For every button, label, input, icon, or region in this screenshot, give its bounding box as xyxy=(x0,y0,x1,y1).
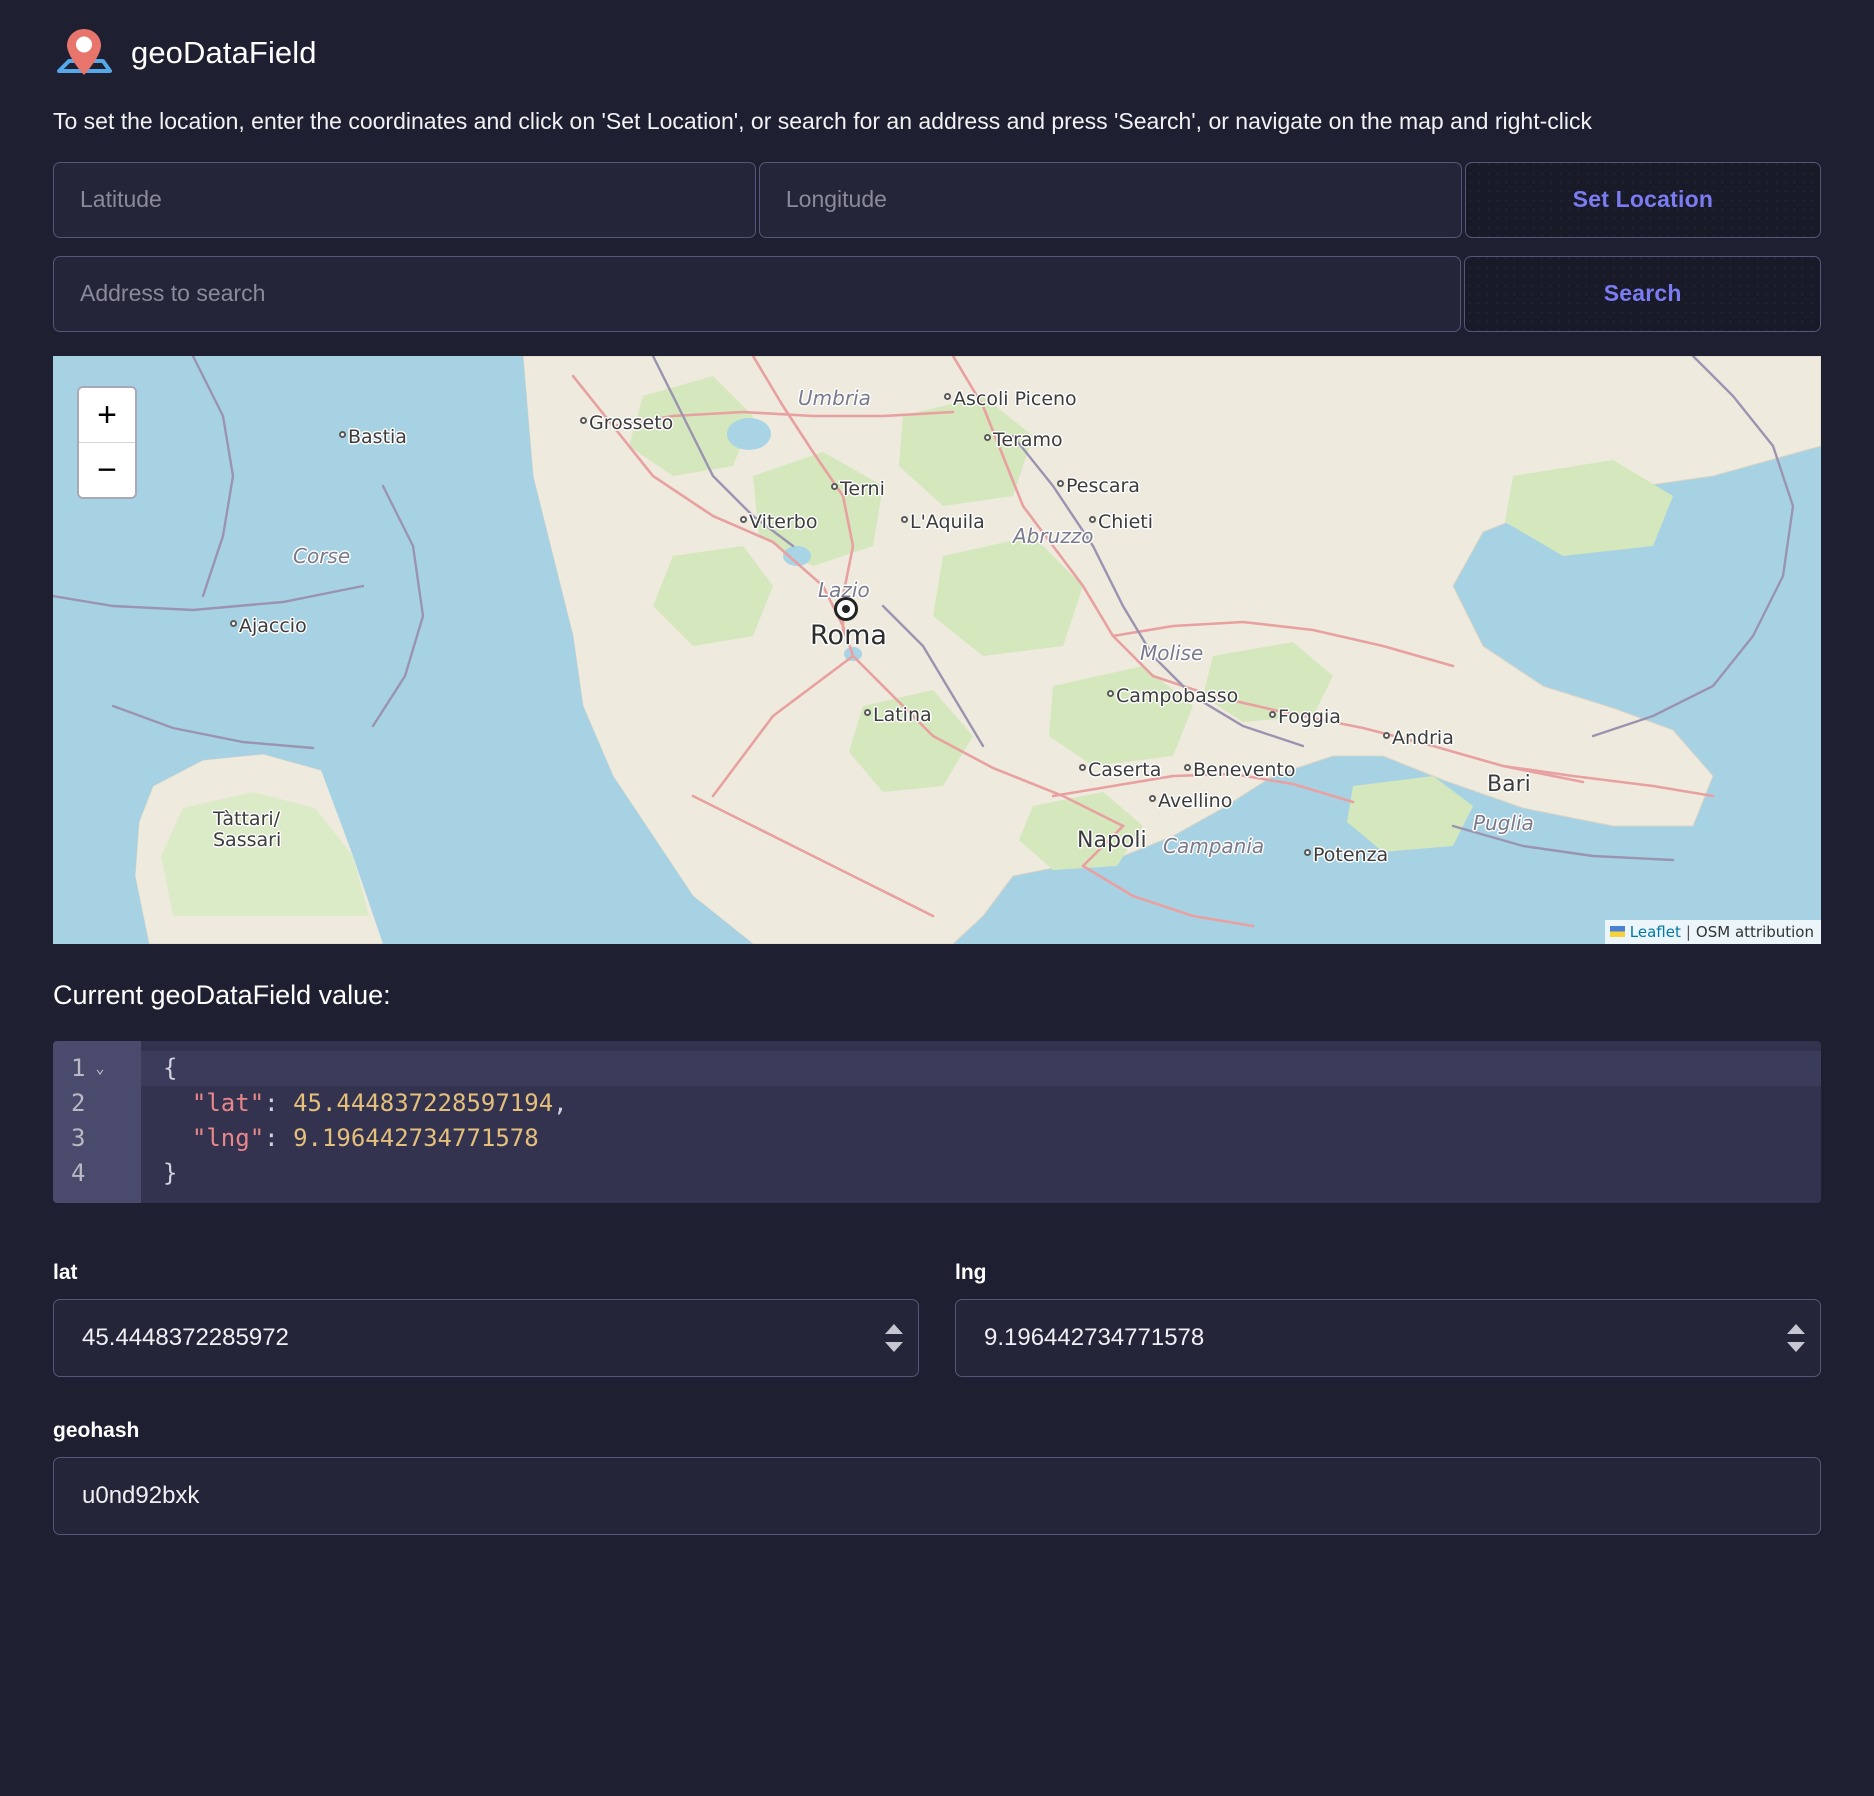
map-zoom-control[interactable]: + − xyxy=(77,385,137,499)
map-tile-layer xyxy=(53,355,1821,944)
current-value-heading: Current geoDataField value: xyxy=(53,979,391,1010)
map-city-dot xyxy=(901,515,908,523)
geohash-input[interactable] xyxy=(53,1456,1821,1535)
map-city-dot xyxy=(1304,848,1311,856)
code-line-number: 1 ⌄ xyxy=(71,1053,105,1082)
lat-stepper-up-icon[interactable] xyxy=(885,1323,903,1334)
json-value-viewer[interactable]: 1 ⌄ 2 3 4 { "lat": 45.444837228597194, "lng"… xyxy=(53,1040,1821,1203)
map-city-dot xyxy=(831,482,838,490)
attribution-text: OSM attribution xyxy=(1695,922,1814,941)
code-line: { xyxy=(141,1050,1821,1086)
lat-field-group: lat xyxy=(53,1261,919,1377)
coordinate-detail-fields: lat lng xyxy=(53,1261,1821,1377)
app-header: geoDataField xyxy=(53,0,1821,78)
leaflet-link[interactable]: Leaflet xyxy=(1630,923,1681,941)
attribution-separator: | xyxy=(1685,922,1691,941)
lng-label: lng xyxy=(955,1260,987,1284)
map-city-dot xyxy=(864,708,871,716)
map-city-dot xyxy=(580,416,587,424)
ukraine-flag-icon xyxy=(1609,926,1625,938)
lat-label: lat xyxy=(53,1260,78,1284)
map-city-dot xyxy=(1383,731,1390,739)
code-line: "lat": 45.444837228597194, xyxy=(141,1086,1821,1121)
zoom-in-button[interactable]: + xyxy=(79,387,135,442)
lng-stepper-up-icon[interactable] xyxy=(1787,1323,1805,1334)
zoom-out-button[interactable]: − xyxy=(79,441,135,497)
map-city-dot xyxy=(1149,794,1156,802)
code-token-punc: , xyxy=(553,1088,568,1117)
map-attribution: Leaflet | OSM attribution xyxy=(1604,919,1821,944)
chevron-down-icon[interactable]: ⌄ xyxy=(95,1060,104,1076)
lng-field-group: lng xyxy=(955,1261,1821,1377)
lat-input-wrap xyxy=(53,1298,919,1377)
code-token-punc: : xyxy=(264,1123,294,1152)
geodatafield-page: geoDataField To set the location, enter … xyxy=(0,0,1874,1796)
map-city-dot xyxy=(740,515,747,523)
code-token-num: 45.444837228597194 xyxy=(293,1088,554,1117)
geohash-field-group: geohash xyxy=(53,1419,1821,1535)
lng-stepper-down-icon[interactable] xyxy=(1787,1341,1805,1352)
map-geometry xyxy=(53,355,1821,944)
map-city-dot xyxy=(339,430,346,438)
code-token-punc: { xyxy=(163,1053,178,1082)
code-line: } xyxy=(141,1156,1821,1191)
address-form-row: Search xyxy=(53,255,1821,332)
code-line-number: 3 xyxy=(71,1123,86,1152)
page-title: geoDataField xyxy=(131,34,317,70)
lng-input-wrap xyxy=(955,1298,1821,1377)
lng-stepper[interactable] xyxy=(1787,1323,1805,1352)
code-token-key: "lng" xyxy=(163,1123,265,1152)
lat-stepper[interactable] xyxy=(885,1323,903,1352)
map-city-dot xyxy=(944,392,951,400)
code-token-punc: : xyxy=(264,1088,294,1117)
map-pin-icon xyxy=(53,21,115,83)
code-token-key: "lat" xyxy=(163,1088,265,1117)
map-city-dot xyxy=(1107,689,1114,697)
map-city-dot xyxy=(984,433,991,441)
instructions-text: To set the location, enter the coordinat… xyxy=(53,108,1592,134)
map-city-dot xyxy=(1089,515,1096,523)
code-token-punc: } xyxy=(163,1158,178,1187)
code-token-num: 9.196442734771578 xyxy=(293,1123,539,1152)
lat-number-input[interactable] xyxy=(53,1298,919,1377)
coordinate-form-row: Set Location xyxy=(53,161,1821,238)
code-line-number: 4 xyxy=(71,1158,86,1187)
search-button[interactable]: Search xyxy=(1464,255,1821,332)
selected-location-marker[interactable] xyxy=(834,596,858,621)
code-content: { "lat": 45.444837228597194, "lng": 9.19… xyxy=(141,1041,1821,1203)
geohash-label: geohash xyxy=(53,1418,140,1442)
code-line: "lng": 9.196442734771578 xyxy=(141,1121,1821,1156)
map-city-dot xyxy=(1269,710,1276,718)
map-city-dot xyxy=(230,619,237,627)
lat-stepper-down-icon[interactable] xyxy=(885,1341,903,1352)
map-city-dot xyxy=(1184,763,1191,771)
map-city-dot xyxy=(1057,479,1064,487)
address-search-input[interactable] xyxy=(53,255,1462,332)
longitude-input[interactable] xyxy=(758,161,1462,238)
lng-number-input[interactable] xyxy=(955,1298,1821,1377)
map-city-dot xyxy=(1079,763,1086,771)
code-gutter: 1 ⌄ 2 3 4 xyxy=(53,1040,141,1203)
leaflet-map[interactable]: Umbria Ascoli Piceno Teramo Grosseto Bastia P… xyxy=(53,355,1821,944)
code-line-number: 2 xyxy=(71,1088,86,1117)
latitude-input[interactable] xyxy=(53,161,756,238)
set-location-button[interactable]: Set Location xyxy=(1464,161,1821,238)
